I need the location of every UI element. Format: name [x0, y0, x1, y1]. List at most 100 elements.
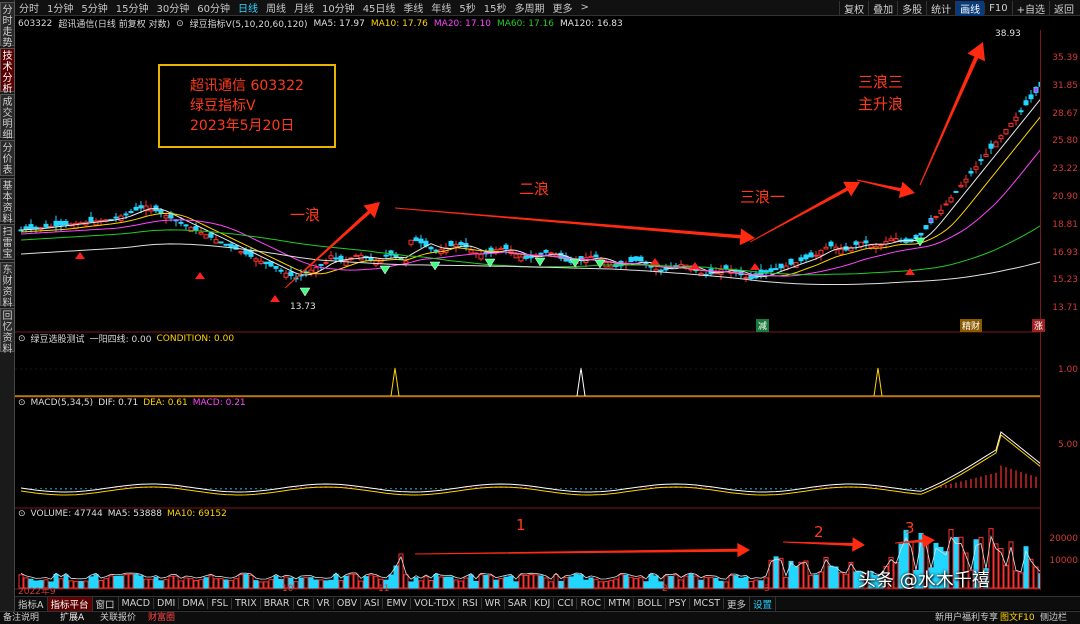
chevron-right-icon[interactable]: > [577, 2, 593, 13]
volume-bar [113, 575, 119, 589]
candle-body [888, 238, 894, 242]
status-f10[interactable]: 图文F10 [1000, 612, 1035, 624]
period-30min[interactable]: 30分钟 [152, 0, 193, 15]
candle-body [963, 178, 969, 183]
ind-tab[interactable]: TRIX [232, 598, 261, 609]
ind-tab[interactable]: MTM [605, 598, 635, 609]
period-10min[interactable]: 10分钟 [318, 0, 359, 15]
candle-body [928, 218, 934, 224]
volume-bar [508, 575, 514, 589]
period-quarterly[interactable]: 季线 [399, 0, 427, 15]
period-1min[interactable]: 1分钟 [43, 0, 77, 15]
ind-tab[interactable]: MCST [690, 598, 725, 609]
volume-bar [518, 574, 524, 589]
period-toolbar: 分时 1分钟 5分钟 15分钟 30分钟 60分钟 日线 周线 月线 10分钟 … [15, 0, 1080, 16]
period-5sec[interactable]: 5秒 [455, 0, 479, 15]
settings-icon[interactable]: ⊙ [18, 509, 26, 519]
f10-button[interactable]: F10 [984, 2, 1011, 14]
settings-icon[interactable]: ⊙ [18, 334, 26, 344]
candle-body [608, 264, 614, 268]
price-tick: 23.22 [1052, 164, 1078, 174]
ind-tab[interactable]: RSI [459, 598, 482, 609]
tongji-button[interactable]: 统计 [926, 0, 955, 16]
ind-tab[interactable]: ASI [361, 598, 384, 609]
volume-bar [108, 575, 114, 589]
volume-bar [668, 575, 674, 589]
ind-tab-more[interactable]: 更多 [724, 596, 751, 611]
period-multi[interactable]: 多周期 [511, 0, 549, 15]
ind-tab-platform[interactable]: 指标平台 [47, 596, 93, 611]
tab-chengjiao-mingxi[interactable]: 成交明细 [0, 94, 15, 141]
ind-tab[interactable]: 指标A [15, 596, 48, 611]
volume-bar [498, 578, 504, 589]
period-daily[interactable]: 日线 [234, 0, 262, 15]
ind-tab[interactable]: PSY [666, 598, 691, 609]
volume-bar [703, 576, 709, 589]
fuquan-button[interactable]: 复权 [839, 0, 868, 16]
tab-fenjiabiao[interactable]: 分价表 [0, 140, 15, 176]
ind-tab[interactable]: KDJ [531, 598, 555, 609]
ind-tab[interactable]: CCI [554, 598, 578, 609]
volume-bar [563, 576, 569, 589]
tab-dongcai-ziliao[interactable]: 东财资料 [0, 262, 15, 309]
duogu-button[interactable]: 多股 [897, 0, 926, 16]
candle-body [998, 135, 1004, 140]
period-45day[interactable]: 45日线 [359, 0, 400, 15]
tab-fenshi[interactable]: 分时走势 [0, 2, 15, 49]
ind-tab[interactable]: CR [294, 598, 314, 609]
ind-tab-settings[interactable]: 设置 [750, 596, 777, 611]
ind-tab[interactable]: BRAR [261, 598, 294, 609]
ind-tab[interactable]: VR [314, 598, 334, 609]
tab-jiben-ziliao[interactable]: 基本资料 [0, 178, 15, 225]
tab-jishu-fenxi[interactable]: 技术分析 [0, 48, 15, 95]
back-button[interactable]: 返回 [1049, 0, 1078, 16]
ind-tab[interactable]: DMA [179, 598, 209, 609]
tab-huiyi-ziliao[interactable]: 回忆资料 [0, 308, 15, 355]
volume-bar [168, 575, 174, 589]
volume-bar [203, 577, 209, 589]
period-weekly[interactable]: 周线 [262, 0, 290, 15]
candle-body [948, 197, 954, 203]
status-tab-ext[interactable]: 扩展A [60, 612, 84, 624]
ma5-value: MA5: 17.97 [313, 18, 365, 29]
period-15sec[interactable]: 15秒 [480, 0, 511, 15]
candle-body [588, 255, 594, 258]
ind-tab[interactable]: EMV [383, 598, 412, 609]
candle-body [158, 209, 164, 214]
settings-icon[interactable]: ⊙ [18, 398, 26, 408]
volume-bar [698, 579, 704, 589]
volume-bar [793, 566, 799, 589]
ind-tab[interactable]: MACD [119, 598, 155, 609]
period-more[interactable]: 更多 [549, 0, 577, 15]
annotation-line-1: 超讯通信 603322 [190, 78, 304, 94]
ind-tab[interactable]: WR [482, 598, 505, 609]
status-tab-wealth[interactable]: 财富圈 [148, 612, 175, 624]
add-watchlist-button[interactable]: +自选 [1011, 0, 1049, 16]
period-yearly[interactable]: 年线 [427, 0, 455, 15]
ind-tab[interactable]: BOLL [634, 598, 666, 609]
ind-tab[interactable]: OBV [334, 598, 362, 609]
period-fenshi[interactable]: 分时 [15, 0, 43, 15]
status-sidebar[interactable]: 侧边栏 [1040, 612, 1067, 624]
period-15min[interactable]: 15分钟 [112, 0, 153, 15]
indicator-name[interactable]: 绿豆指标V(5,10,20,60,120) [190, 17, 308, 30]
volume-bar [198, 579, 204, 589]
ind-tab[interactable]: DMI [154, 598, 180, 609]
ind-tab[interactable]: SAR [505, 598, 532, 609]
diejia-button[interactable]: 叠加 [868, 0, 897, 16]
volume-bar [208, 575, 214, 589]
period-monthly[interactable]: 月线 [290, 0, 318, 15]
ind-tab[interactable]: VOL-TDX [411, 598, 460, 609]
status-promo[interactable]: 新用户福利专享 [935, 612, 998, 624]
settings-icon[interactable]: ⊙ [176, 19, 184, 29]
ind-tab[interactable]: FSL [208, 598, 232, 609]
ind-tab[interactable]: 窗口 [93, 596, 119, 611]
period-60min[interactable]: 60分钟 [193, 0, 234, 15]
candle-body [993, 141, 999, 148]
period-5min[interactable]: 5分钟 [77, 0, 111, 15]
status-tab-quote[interactable]: 关联报价 [100, 612, 136, 624]
tab-saoleibao[interactable]: 扫雷宝 [0, 224, 15, 260]
huaxian-button[interactable]: 画线 [955, 0, 985, 16]
ind-tab[interactable]: ROC [577, 598, 606, 609]
status-bar: 备注说明 扩展A 关联报价 财富圈 新用户福利专享 图文F10 侧边栏 [0, 611, 1080, 624]
